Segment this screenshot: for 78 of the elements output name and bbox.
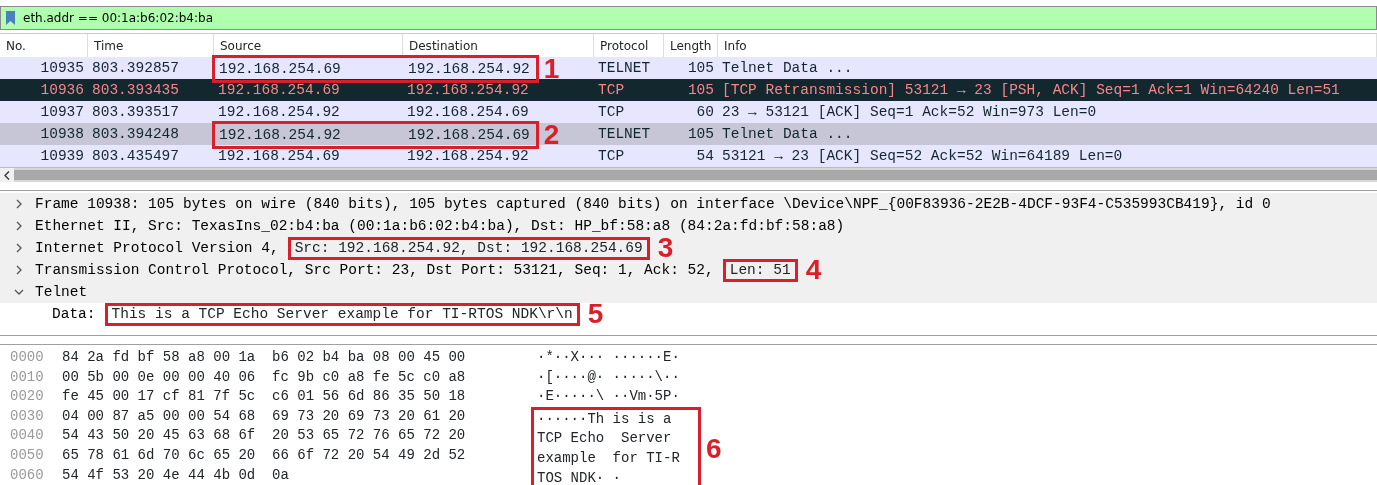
packet-number: 10938 — [39, 125, 85, 144]
ascii-text: example for TI-R — [536, 448, 681, 468]
source-address: 192.168.254.92 — [217, 103, 341, 122]
hex-offset: 0000 — [9, 348, 45, 367]
column-header[interactable]: Source — [214, 34, 403, 57]
source-address: 192.168.254.69 — [217, 81, 341, 100]
protocol-cell-text: TCP — [597, 147, 626, 166]
callout-box: Src: 192.168.254.92, Dst: 192.168.254.69 — [287, 236, 650, 260]
hex-offset: 0040 — [9, 426, 45, 446]
destination-address: 192.168.254.92 — [406, 81, 530, 100]
hex-offset: 0030 — [9, 406, 45, 426]
packet-number: 10937 — [39, 103, 85, 122]
info-cell-text: 53121 → 23 [ACK] Seq=52 Ack=52 Win=64189 Len=0 — [721, 147, 1124, 166]
source-address: 192.168.254.69 — [217, 147, 341, 166]
bookmark-icon[interactable] — [6, 11, 15, 25]
packet-time: 803.394248 — [91, 125, 180, 144]
ascii-text: ·[····@· ·····\·· — [536, 367, 681, 387]
info-cell-text: 23 → 53121 [ACK] Seq=1 Ack=52 Win=973 Len=0 — [721, 103, 1098, 122]
callout-box: This is a TCP Echo Server example for TI-RTOS NDK\r\n — [104, 302, 580, 326]
ascii-text: ······Th is is a — [536, 409, 673, 429]
destination-address: 192.168.254.92 — [407, 60, 531, 79]
callout-box: Len: 51 — [722, 258, 798, 282]
expand-icon[interactable] — [14, 221, 24, 231]
hex-bytes: 00 5b 00 0e 00 00 40 06 fc 9b c0 a8 fe 5c c0 a8 — [61, 367, 467, 387]
detail-text[interactable]: Telnet — [35, 281, 88, 303]
collapse-icon[interactable] — [14, 287, 24, 297]
hex-bytes: 54 4f 53 20 4e 44 4b 0d 0a — [61, 465, 290, 485]
callout-number: 6 — [706, 433, 722, 464]
hex-offset: 0010 — [9, 367, 45, 387]
callout-number: 5 — [587, 299, 604, 329]
expand-icon[interactable] — [14, 243, 24, 253]
hex-offset: 0060 — [9, 465, 45, 485]
destination-address: 192.168.254.69 — [406, 103, 530, 122]
length-cell-text: 54 — [695, 147, 715, 166]
packet-time: 803.393517 — [91, 103, 180, 122]
ascii-text: ·*··X··· ······E· — [536, 348, 681, 367]
packet-time: 803.435497 — [91, 147, 180, 166]
destination-address: 192.168.254.92 — [406, 147, 530, 166]
protocol-cell-text: TELNET — [597, 125, 652, 144]
length-cell-text: 60 — [695, 103, 715, 122]
protocol-cell-text: TCP — [597, 81, 626, 100]
scroll-left-icon[interactable] — [4, 170, 10, 180]
source-address: 192.168.254.92 — [218, 126, 342, 145]
ascii-text: ·E·····\ ··Vm·5P· — [536, 387, 681, 407]
source-address: 192.168.254.69 — [218, 60, 342, 79]
length-cell-text: 105 — [686, 59, 715, 78]
hex-bytes: 04 00 87 a5 00 00 54 68 69 73 20 69 73 20 61 20 — [61, 406, 467, 426]
expand-icon[interactable] — [14, 265, 24, 275]
horizontal-scrollbar[interactable] — [0, 167, 1377, 182]
hex-bytes: 84 2a fd bf 58 a8 00 1a b6 02 b4 ba 08 00 45 00 — [61, 348, 467, 367]
detail-text[interactable]: Internet Protocol Version 4, — [35, 237, 279, 259]
expand-icon[interactable] — [14, 199, 24, 209]
length-cell-text: 105 — [686, 81, 715, 100]
packet-row[interactable]: 10936 803.393435 192.168.254.69 192.168.254.92 TCP 105 [TCP Retransmission] 53121 → 23 [PSH, ACK] Seq=1 Ack=1 Win=64240 Len=51 — [0, 79, 1377, 101]
packet-row[interactable]: 10939 803.435497 192.168.254.69 192.168.254.92 TCP 54 53121 → 23 [ACK] Seq=52 Ack=52 Win=64189 Len=0 — [0, 145, 1377, 167]
ascii-text: TCP Echo Server — [536, 429, 673, 449]
packet-time: 803.393435 — [91, 81, 180, 100]
hex-bytes: fe 45 00 17 cf 81 7f 5c c6 01 56 6d 86 35 50 18 — [61, 387, 467, 407]
hex-offset: 0020 — [9, 387, 45, 407]
ascii-text: TOS NDK· · — [536, 468, 622, 485]
filter-field[interactable]: eth.addr == 00:1a:b6:02:b4:ba — [0, 6, 1377, 30]
hex-bytes: 65 78 61 6d 70 6c 65 20 66 6f 72 20 54 49 2d 52 — [61, 445, 467, 465]
info-cell-text: [TCP Retransmission] 53121 → 23 [PSH, ACK] Seq=1 Ack=1 Win=64240 Len=51 — [721, 81, 1341, 100]
hex-bytes: 54 43 50 20 45 63 68 6f 20 53 65 72 76 65 72 20 — [61, 426, 467, 446]
info-cell-text: Telnet Data ... — [721, 59, 854, 78]
callout-number: 4 — [805, 255, 822, 285]
destination-address: 192.168.254.69 — [407, 126, 531, 145]
info-cell-text: Telnet Data ... — [721, 125, 854, 144]
packet-number: 10935 — [39, 59, 85, 78]
packet-number: 10939 — [39, 147, 85, 166]
packet-number: 10936 — [39, 81, 85, 100]
length-cell-text: 105 — [686, 125, 715, 144]
detail-text[interactable]: Data: — [52, 303, 96, 325]
packet-time: 803.392857 — [91, 59, 180, 78]
hex-offset: 0050 — [9, 445, 45, 465]
protocol-cell-text: TCP — [597, 103, 626, 122]
protocol-cell-text: TELNET — [597, 59, 652, 78]
packet-row[interactable]: 10937 803.393517 192.168.254.92 192.168.254.69 TCP 60 23 → 53121 [ACK] Seq=1 Ack=52 Win=973 Len=0 — [0, 101, 1377, 123]
